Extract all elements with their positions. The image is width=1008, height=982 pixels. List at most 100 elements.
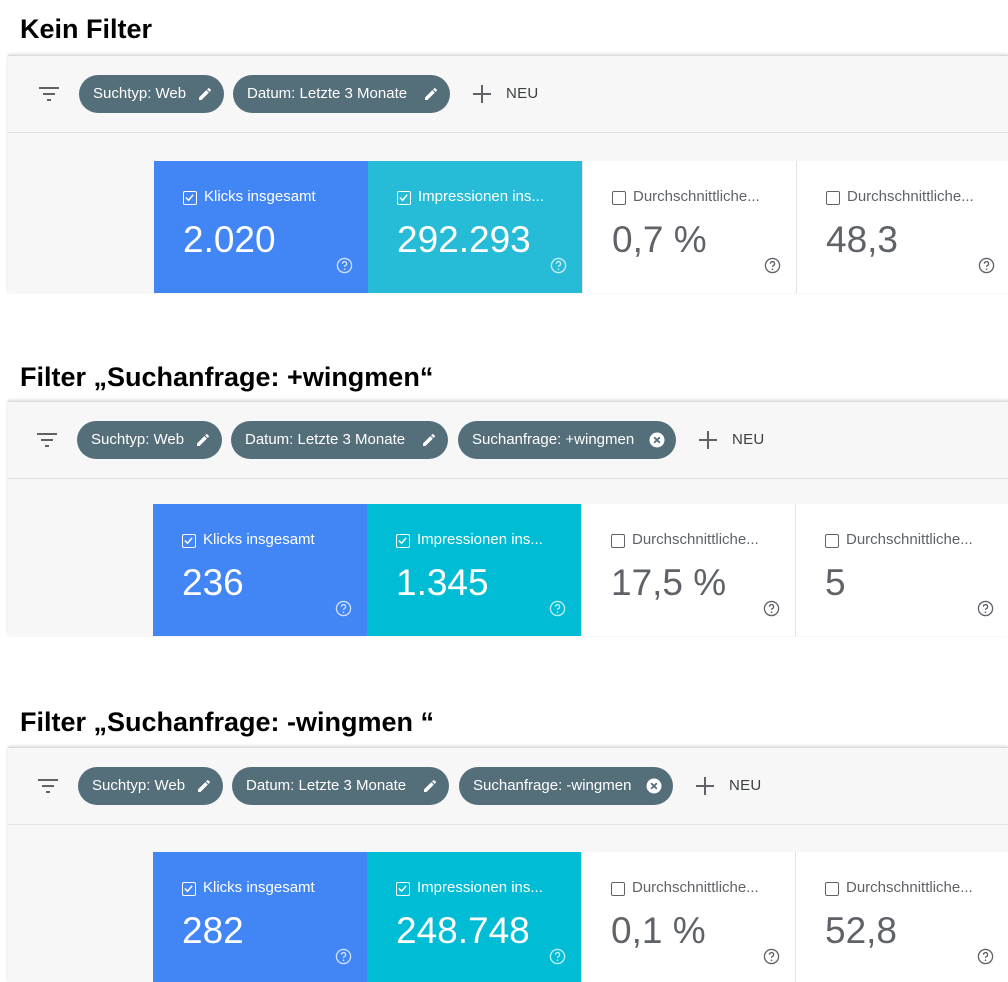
metric-label: Klicks insgesamt [204, 188, 316, 205]
filter-bar: Suchtyp: Web Datum: Letzte 3 Monate Such… [8, 748, 1008, 825]
metric-checkbox[interactable] [182, 534, 196, 548]
new-filter-button[interactable]: NEU [472, 75, 552, 113]
metric-card-total-impressions[interactable]: Impressionen ins... 1.345 [367, 504, 581, 636]
section-title: Kein Filter [20, 14, 153, 44]
edit-pencil-icon[interactable] [421, 432, 437, 448]
chip-date-range[interactable]: Datum: Letzte 3 Monate [232, 767, 449, 805]
chip-label: Suchtyp: Web [92, 777, 186, 794]
help-icon[interactable] [549, 600, 566, 617]
help-icon[interactable] [977, 600, 994, 617]
filter-icon[interactable] [37, 84, 61, 104]
metric-checkbox[interactable] [611, 882, 625, 896]
metric-card-total-impressions[interactable]: Impressionen ins... 292.293 [368, 161, 582, 293]
metric-checkbox[interactable] [396, 534, 410, 548]
help-icon[interactable] [336, 257, 353, 274]
metric-value: 0,7 % [612, 219, 707, 260]
metric-card-average-position[interactable]: Durchschnittliche... 48,3 [796, 161, 1008, 293]
help-icon[interactable] [335, 600, 352, 617]
edit-pencil-icon[interactable] [197, 86, 213, 102]
plus-icon [473, 85, 491, 103]
chip-label: Datum: Letzte 3 Monate [246, 777, 407, 794]
new-filter-label: NEU [729, 777, 762, 794]
metric-checkbox[interactable] [611, 534, 625, 548]
metric-label: Klicks insgesamt [203, 531, 315, 548]
plus-icon [696, 777, 714, 795]
metric-label: Impressionen ins... [417, 879, 543, 896]
chip-search-type[interactable]: Suchtyp: Web [77, 421, 222, 459]
chip-label: Datum: Letzte 3 Monate [245, 431, 406, 448]
help-icon[interactable] [763, 948, 780, 965]
metric-value: 292.293 [397, 219, 531, 260]
filter-bar: Suchtyp: Web Datum: Letzte 3 Monate Such… [8, 402, 1008, 479]
edit-pencil-icon[interactable] [196, 778, 212, 794]
metric-value: 236 [182, 562, 244, 603]
metric-value: 17,5 % [611, 562, 727, 603]
chip-label: Suchanfrage: -wingmen [473, 777, 632, 794]
metric-value: 282 [182, 910, 244, 951]
metric-card-total-impressions[interactable]: Impressionen ins... 248.748 [367, 852, 581, 982]
metric-value: 2.020 [183, 219, 276, 260]
metric-card-average-ctr[interactable]: Durchschnittliche... 17,5 % [581, 504, 795, 636]
metric-label: Durchschnittliche... [632, 879, 759, 896]
new-filter-label: NEU [506, 85, 539, 102]
metric-checkbox[interactable] [397, 191, 411, 205]
new-filter-button[interactable]: NEU [695, 767, 775, 805]
chip-date-range[interactable]: Datum: Letzte 3 Monate [233, 75, 450, 113]
remove-filter-icon[interactable] [649, 432, 665, 448]
metric-checkbox[interactable] [612, 191, 626, 205]
chip-label: Suchtyp: Web [91, 431, 185, 448]
metric-card-average-position[interactable]: Durchschnittliche... 52,8 [795, 852, 1008, 982]
metric-checkbox[interactable] [396, 882, 410, 896]
help-icon[interactable] [549, 948, 566, 965]
help-icon[interactable] [763, 600, 780, 617]
section-title: Filter „Suchanfrage: -wingmen “ [20, 707, 435, 737]
metric-value: 52,8 [825, 910, 898, 951]
metric-value: 5 [825, 562, 846, 603]
metric-label: Impressionen ins... [418, 188, 544, 205]
plus-icon [699, 431, 717, 449]
metric-checkbox[interactable] [825, 534, 839, 548]
metric-checkbox[interactable] [825, 882, 839, 896]
metric-value: 1.345 [396, 562, 489, 603]
help-icon[interactable] [335, 948, 352, 965]
help-icon[interactable] [764, 257, 781, 274]
chip-search-type[interactable]: Suchtyp: Web [79, 75, 224, 113]
metric-card-total-clicks[interactable]: Klicks insgesamt 2.020 [154, 161, 368, 293]
filter-icon[interactable] [36, 776, 60, 796]
search-console-frame: Suchtyp: Web Datum: Letzte 3 Monate Such… [8, 747, 1008, 982]
search-console-frame: Suchtyp: Web Datum: Letzte 3 Monate Such… [8, 401, 1008, 636]
help-icon[interactable] [550, 257, 567, 274]
metric-checkbox[interactable] [183, 191, 197, 205]
chip-label: Suchanfrage: +wingmen [472, 431, 635, 448]
new-filter-label: NEU [732, 431, 765, 448]
section-title: Filter „Suchanfrage: +wingmen“ [20, 362, 434, 392]
metric-card-average-position[interactable]: Durchschnittliche... 5 [795, 504, 1008, 636]
metric-value: 48,3 [826, 219, 899, 260]
edit-pencil-icon[interactable] [423, 86, 439, 102]
edit-pencil-icon[interactable] [195, 432, 211, 448]
metric-card-average-ctr[interactable]: Durchschnittliche... 0,7 % [582, 161, 796, 293]
metric-checkbox[interactable] [182, 882, 196, 896]
metric-value: 0,1 % [611, 910, 706, 951]
chip-query-filter[interactable]: Suchanfrage: -wingmen [459, 767, 673, 805]
chip-search-type[interactable]: Suchtyp: Web [78, 767, 223, 805]
filter-bar: Suchtyp: Web Datum: Letzte 3 Monate NEU [8, 56, 1008, 133]
search-console-frame: Suchtyp: Web Datum: Letzte 3 Monate NEU … [8, 55, 1008, 293]
chip-label: Datum: Letzte 3 Monate [247, 85, 408, 102]
metric-value: 248.748 [396, 910, 530, 951]
remove-filter-icon[interactable] [646, 778, 662, 794]
metric-card-total-clicks[interactable]: Klicks insgesamt 236 [153, 504, 367, 636]
help-icon[interactable] [977, 948, 994, 965]
metric-card-total-clicks[interactable]: Klicks insgesamt 282 [153, 852, 367, 982]
help-icon[interactable] [978, 257, 995, 274]
new-filter-button[interactable]: NEU [698, 421, 778, 459]
metric-label: Durchschnittliche... [633, 188, 760, 205]
chip-date-range[interactable]: Datum: Letzte 3 Monate [231, 421, 448, 459]
metric-checkbox[interactable] [826, 191, 840, 205]
filter-icon[interactable] [35, 430, 59, 450]
edit-pencil-icon[interactable] [422, 778, 438, 794]
metric-label: Durchschnittliche... [847, 188, 974, 205]
metric-card-average-ctr[interactable]: Durchschnittliche... 0,1 % [581, 852, 795, 982]
metric-label: Klicks insgesamt [203, 879, 315, 896]
chip-query-filter[interactable]: Suchanfrage: +wingmen [458, 421, 676, 459]
